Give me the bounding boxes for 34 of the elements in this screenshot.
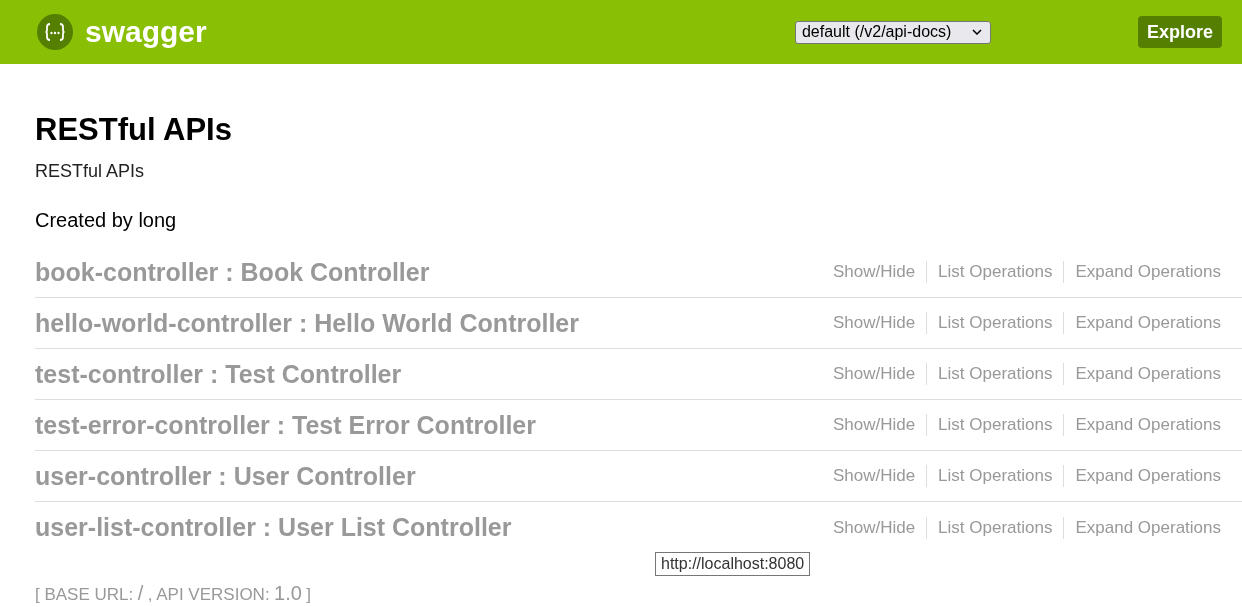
resource-heading-link[interactable]: test-error-controller : Test Error Controller xyxy=(35,410,536,440)
resource-action-link[interactable]: Expand Operations xyxy=(1075,262,1221,282)
brand-name: swagger xyxy=(85,14,207,50)
resource-action-link[interactable]: Expand Operations xyxy=(1075,364,1221,384)
resource-heading-link[interactable]: user-list-controller : User List Controller xyxy=(35,513,512,542)
resource-action-link[interactable]: Show/Hide xyxy=(832,466,916,486)
resource-action-link[interactable]: Show/Hide xyxy=(832,517,916,538)
resource-action-link[interactable]: List Operations xyxy=(938,415,1053,435)
url-tooltip: http://localhost:8080 xyxy=(655,552,811,576)
api-description: RESTful APIs xyxy=(35,160,146,183)
resource-action-link[interactable]: Expand Operations xyxy=(1075,466,1221,486)
api-contact: Created by long xyxy=(35,208,178,233)
logo-icon xyxy=(37,14,73,50)
resource-action-link[interactable]: List Operations xyxy=(938,313,1053,333)
resource-action-link[interactable]: Show/Hide xyxy=(832,415,916,435)
api-info-footer: [ BASE URL: / , API VERSION: 1.0 ] xyxy=(35,580,1242,607)
resource-action-link[interactable]: List Operations xyxy=(938,466,1053,486)
resource-heading-link[interactable]: test-controller : Test Controller xyxy=(35,359,402,389)
resource-heading-link[interactable]: book-controller : Book Controller xyxy=(35,257,430,287)
chevron-icon xyxy=(971,29,982,35)
resource-action-link[interactable]: Expand Operations xyxy=(1075,313,1221,333)
resource-action-link[interactable]: Show/Hide xyxy=(832,364,916,384)
resource-action-link[interactable]: List Operations xyxy=(938,364,1053,384)
resource-action-link[interactable]: Show/Hide xyxy=(832,262,916,282)
api-title: RESTful APIs xyxy=(35,111,233,149)
api-selector[interactable]: default (/v2/api-docs) xyxy=(794,20,991,44)
resource-action-link[interactable]: List Operations xyxy=(938,262,1053,282)
resource-heading-link[interactable]: hello-world-controller : Hello World Controller xyxy=(35,308,579,338)
resource-action-link[interactable]: List Operations xyxy=(938,517,1053,538)
resource-action-link[interactable]: Expand Operations xyxy=(1075,517,1221,538)
resource-action-link[interactable]: Expand Operations xyxy=(1075,415,1221,435)
explore-button[interactable]: Explore xyxy=(1137,16,1222,48)
resource-heading-link[interactable]: user-controller : User Controller xyxy=(35,461,416,491)
resource-action-link[interactable]: Show/Hide xyxy=(832,313,916,333)
